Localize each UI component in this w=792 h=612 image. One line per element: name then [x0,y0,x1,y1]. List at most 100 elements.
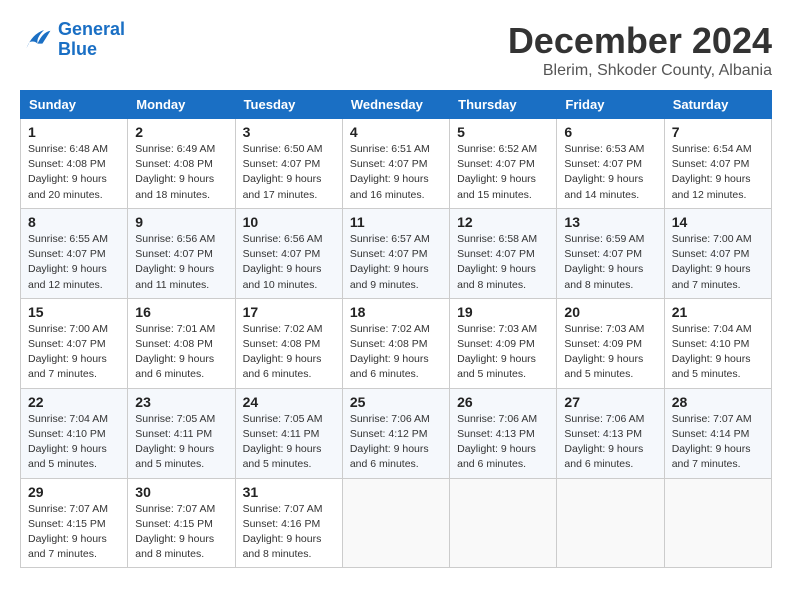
day-info: Sunrise: 7:07 AM Sunset: 4:15 PM Dayligh… [28,502,120,563]
location-subtitle: Blerim, Shkoder County, Albania [508,62,772,80]
day-info: Sunrise: 7:07 AM Sunset: 4:15 PM Dayligh… [135,502,227,563]
day-number: 15 [28,304,120,320]
day-info: Sunrise: 6:52 AM Sunset: 4:07 PM Dayligh… [457,142,549,203]
calendar-cell: 22 Sunrise: 7:04 AM Sunset: 4:10 PM Dayli… [21,388,128,478]
calendar-week-row: 1 Sunrise: 6:48 AM Sunset: 4:08 PM Daylig… [21,119,772,209]
calendar-cell [664,478,771,568]
weekday-header-row: SundayMondayTuesdayWednesdayThursdayFrid… [21,91,772,119]
weekday-header-thursday: Thursday [450,91,557,119]
calendar-week-row: 8 Sunrise: 6:55 AM Sunset: 4:07 PM Daylig… [21,208,772,298]
day-number: 17 [243,304,335,320]
calendar-cell: 9Sunrise: 6:56 AM Sunset: 4:07 PM Daylig… [128,208,235,298]
day-info: Sunrise: 7:03 AM Sunset: 4:09 PM Dayligh… [457,322,549,383]
day-info: Sunrise: 7:06 AM Sunset: 4:13 PM Dayligh… [564,412,656,473]
calendar-cell: 25 Sunrise: 7:06 AM Sunset: 4:12 PM Dayli… [342,388,449,478]
day-number: 27 [564,394,656,410]
day-number: 1 [28,124,120,140]
day-info: Sunrise: 6:49 AM Sunset: 4:08 PM Dayligh… [135,142,227,203]
day-info: Sunrise: 6:59 AM Sunset: 4:07 PM Dayligh… [564,232,656,293]
day-info: Sunrise: 7:01 AM Sunset: 4:08 PM Dayligh… [135,322,227,383]
calendar-cell: 4Sunrise: 6:51 AM Sunset: 4:07 PM Daylig… [342,119,449,209]
day-number: 6 [564,124,656,140]
calendar-cell: 11 Sunrise: 6:57 AM Sunset: 4:07 PM Dayli… [342,208,449,298]
day-info: Sunrise: 7:06 AM Sunset: 4:13 PM Dayligh… [457,412,549,473]
weekday-header-friday: Friday [557,91,664,119]
logo-line2: Blue [58,39,97,59]
calendar-cell: 5 Sunrise: 6:52 AM Sunset: 4:07 PM Daylig… [450,119,557,209]
day-number: 14 [672,214,764,230]
day-info: Sunrise: 6:56 AM Sunset: 4:07 PM Dayligh… [243,232,335,293]
calendar-cell: 14 Sunrise: 7:00 AM Sunset: 4:07 PM Dayli… [664,208,771,298]
day-info: Sunrise: 6:55 AM Sunset: 4:07 PM Dayligh… [28,232,120,293]
day-number: 20 [564,304,656,320]
calendar-cell: 29 Sunrise: 7:07 AM Sunset: 4:15 PM Dayli… [21,478,128,568]
day-number: 23 [135,394,227,410]
calendar-cell: 8 Sunrise: 6:55 AM Sunset: 4:07 PM Daylig… [21,208,128,298]
day-number: 28 [672,394,764,410]
calendar-cell: 27 Sunrise: 7:06 AM Sunset: 4:13 PM Dayli… [557,388,664,478]
calendar-cell [342,478,449,568]
day-number: 11 [350,214,442,230]
day-info: Sunrise: 7:02 AM Sunset: 4:08 PM Dayligh… [350,322,442,383]
day-number: 19 [457,304,549,320]
weekday-header-monday: Monday [128,91,235,119]
day-number: 13 [564,214,656,230]
day-info: Sunrise: 6:58 AM Sunset: 4:07 PM Dayligh… [457,232,549,293]
title-block: December 2024 Blerim, Shkoder County, Al… [508,20,772,80]
day-number: 26 [457,394,549,410]
day-info: Sunrise: 7:00 AM Sunset: 4:07 PM Dayligh… [672,232,764,293]
calendar-cell [450,478,557,568]
calendar-cell: 30 Sunrise: 7:07 AM Sunset: 4:15 PM Dayli… [128,478,235,568]
logo: General Blue [20,20,125,60]
day-number: 29 [28,484,120,500]
weekday-header-sunday: Sunday [21,91,128,119]
weekday-header-tuesday: Tuesday [235,91,342,119]
calendar-cell: 12 Sunrise: 6:58 AM Sunset: 4:07 PM Dayli… [450,208,557,298]
day-info: Sunrise: 6:53 AM Sunset: 4:07 PM Dayligh… [564,142,656,203]
day-info: Sunrise: 6:54 AM Sunset: 4:07 PM Dayligh… [672,142,764,203]
day-number: 4 [350,124,442,140]
page-header: General Blue December 2024 Blerim, Shkod… [20,20,772,80]
calendar-cell: 21Sunrise: 7:04 AM Sunset: 4:10 PM Dayli… [664,298,771,388]
day-info: Sunrise: 7:00 AM Sunset: 4:07 PM Dayligh… [28,322,120,383]
day-number: 7 [672,124,764,140]
calendar-cell: 28 Sunrise: 7:07 AM Sunset: 4:14 PM Dayli… [664,388,771,478]
day-number: 22 [28,394,120,410]
day-number: 31 [243,484,335,500]
day-number: 18 [350,304,442,320]
day-info: Sunrise: 7:07 AM Sunset: 4:14 PM Dayligh… [672,412,764,473]
day-number: 25 [350,394,442,410]
calendar-cell: 16Sunrise: 7:01 AM Sunset: 4:08 PM Dayli… [128,298,235,388]
calendar-week-row: 22 Sunrise: 7:04 AM Sunset: 4:10 PM Dayli… [21,388,772,478]
logo-text: General Blue [58,20,125,60]
day-number: 30 [135,484,227,500]
calendar-cell: 10Sunrise: 6:56 AM Sunset: 4:07 PM Dayli… [235,208,342,298]
day-info: Sunrise: 7:05 AM Sunset: 4:11 PM Dayligh… [135,412,227,473]
calendar-cell [557,478,664,568]
month-title: December 2024 [508,20,772,62]
calendar-cell: 23 Sunrise: 7:05 AM Sunset: 4:11 PM Dayli… [128,388,235,478]
day-number: 2 [135,124,227,140]
weekday-header-wednesday: Wednesday [342,91,449,119]
day-info: Sunrise: 6:48 AM Sunset: 4:08 PM Dayligh… [28,142,120,203]
calendar-cell: 2 Sunrise: 6:49 AM Sunset: 4:08 PM Daylig… [128,119,235,209]
day-info: Sunrise: 6:57 AM Sunset: 4:07 PM Dayligh… [350,232,442,293]
day-info: Sunrise: 6:50 AM Sunset: 4:07 PM Dayligh… [243,142,335,203]
logo-line1: General [58,19,125,39]
day-number: 12 [457,214,549,230]
calendar-cell: 31 Sunrise: 7:07 AM Sunset: 4:16 PM Dayli… [235,478,342,568]
day-number: 9 [135,214,227,230]
calendar-week-row: 15 Sunrise: 7:00 AM Sunset: 4:07 PM Dayli… [21,298,772,388]
calendar-week-row: 29 Sunrise: 7:07 AM Sunset: 4:15 PM Dayli… [21,478,772,568]
day-number: 3 [243,124,335,140]
day-info: Sunrise: 7:07 AM Sunset: 4:16 PM Dayligh… [243,502,335,563]
calendar-cell: 20Sunrise: 7:03 AM Sunset: 4:09 PM Dayli… [557,298,664,388]
calendar-cell: 15 Sunrise: 7:00 AM Sunset: 4:07 PM Dayli… [21,298,128,388]
calendar-cell: 13 Sunrise: 6:59 AM Sunset: 4:07 PM Dayli… [557,208,664,298]
weekday-header-saturday: Saturday [664,91,771,119]
day-info: Sunrise: 7:06 AM Sunset: 4:12 PM Dayligh… [350,412,442,473]
day-info: Sunrise: 7:04 AM Sunset: 4:10 PM Dayligh… [28,412,120,473]
day-number: 8 [28,214,120,230]
calendar-table: SundayMondayTuesdayWednesdayThursdayFrid… [20,90,772,568]
day-number: 5 [457,124,549,140]
